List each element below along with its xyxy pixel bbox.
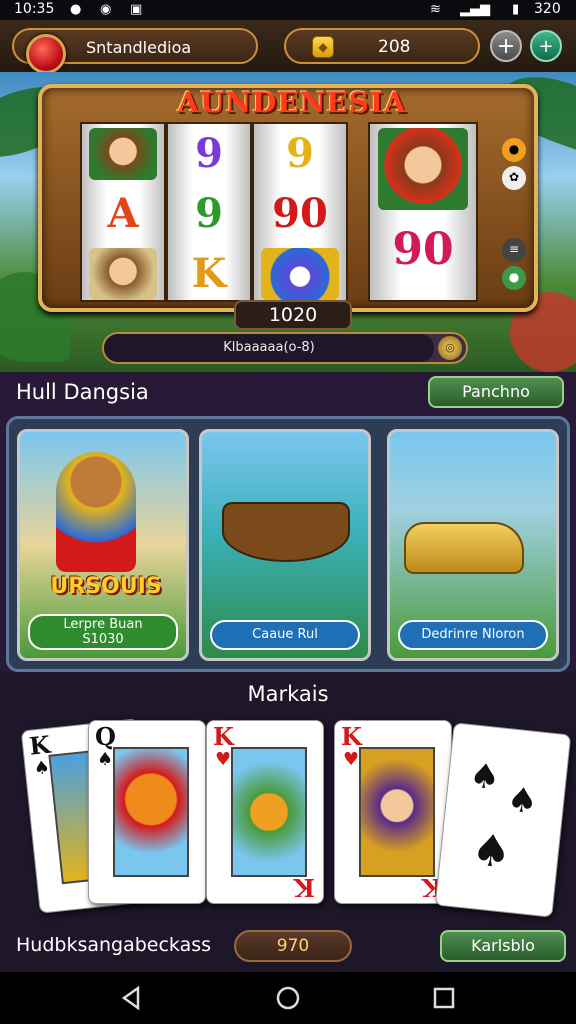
reel-symbol: 90: [392, 224, 454, 275]
auto-spin-icon[interactable]: ●: [502, 266, 526, 290]
spin-icon[interactable]: ◎: [438, 336, 462, 360]
reel-2: 9 9 K: [166, 122, 252, 302]
section-title: Hull Dangsia: [16, 380, 149, 404]
navigation-bar: [0, 972, 576, 1024]
game-label[interactable]: Lerpre Buan S1030: [28, 614, 178, 650]
status-right-text: 320: [534, 1, 561, 17]
status-time: 10:35: [14, 1, 55, 17]
slot-frame: AUNDENESIA A 9 9 K 9 90 90 ● ✿ ≡ ●: [38, 84, 538, 312]
lines-icon[interactable]: ≡: [502, 238, 526, 262]
game-banner: URSOUIS: [50, 574, 162, 599]
reel-3: 9 90: [252, 122, 348, 302]
reel-symbol: [82, 244, 164, 304]
card-art: [113, 747, 189, 877]
sim-icon: ▣: [130, 2, 143, 17]
monkey-face-icon: [88, 248, 158, 300]
reel-symbol: 90: [272, 190, 328, 237]
cards-section: Markais K ♠ Q ♠ K ♥ K K ♥ K ♠ ♠ ♠ Hudbks…: [0, 672, 576, 972]
card-rank-bottom: K: [294, 873, 315, 902]
card-rank: Q: [95, 722, 116, 751]
app-icon: ◉: [100, 2, 112, 17]
reel-symbol: [82, 124, 164, 184]
battery-icon: ▮: [512, 2, 520, 17]
playing-card[interactable]: K ♥ K: [334, 720, 452, 904]
section-title: Markais: [247, 682, 329, 706]
spade-icon: ♠: [97, 749, 114, 770]
add-button[interactable]: +: [530, 30, 562, 62]
player-name: Sntandledioa: [86, 38, 192, 57]
reel-symbol: [254, 244, 346, 304]
bottom-value: 970: [234, 930, 352, 962]
game-cards-panel: URSOUIS Lerpre Buan S1030 Caaue Rul Dedr…: [6, 416, 570, 672]
signal-icon: ▂▄▆: [460, 2, 490, 17]
section-button[interactable]: Panchno: [428, 376, 564, 408]
status-bar: 10:35 ● ◉ ▣ ≋ ▂▄▆ ▮ 320: [0, 0, 576, 20]
back-icon[interactable]: [118, 984, 146, 1012]
coin-balance: ◆ 208: [284, 28, 480, 64]
mascot-icon: [56, 452, 136, 572]
top-bar: Sntandledioa ◆ 208 + +: [0, 20, 576, 74]
bonus-icon[interactable]: ●: [502, 138, 526, 162]
reel-symbol: [370, 124, 476, 214]
win-value: 1020: [234, 300, 352, 330]
playing-card[interactable]: K ♥ K: [206, 720, 324, 904]
playing-card[interactable]: ♠ ♠ ♠: [434, 722, 572, 918]
player-profile[interactable]: Sntandledioa: [12, 28, 258, 74]
card-art: [359, 747, 435, 877]
game-label[interactable]: Caaue Rul: [210, 620, 360, 650]
recents-icon[interactable]: [430, 984, 458, 1012]
spade-icon: ♠: [505, 779, 540, 823]
reel-symbol: 9: [195, 190, 223, 237]
wifi-icon: ≋: [430, 2, 441, 17]
spade-icon: ♠: [469, 824, 514, 879]
reel-4: 90: [368, 122, 478, 302]
game-label-text: Lerpre Buan: [63, 617, 143, 632]
slot-machine-area: AUNDENESIA A 9 9 K 9 90 90 ● ✿ ≡ ● 1020: [0, 72, 576, 372]
bet-bar[interactable]: Klbaaaaa(o-8) ◎: [102, 332, 468, 364]
card-rank: K: [213, 722, 234, 751]
reel-symbol: 9: [286, 130, 314, 177]
reel-symbol: 9: [195, 130, 223, 177]
game-card[interactable]: Caaue Rul: [199, 429, 371, 661]
boat-icon: [222, 502, 350, 562]
coin-value: 208: [378, 37, 411, 57]
playing-card[interactable]: Q ♠: [88, 720, 206, 904]
train-icon: [404, 522, 524, 574]
cat-face-icon: [261, 248, 339, 300]
reel-symbol: K: [191, 250, 227, 297]
bet-text: Klbaaaaa(o-8): [104, 334, 434, 362]
game-card[interactable]: URSOUIS Lerpre Buan S1030: [17, 429, 189, 661]
heart-icon: ♥: [343, 749, 360, 770]
game-card[interactable]: Dedrinre Nloron: [387, 429, 559, 661]
plus-button[interactable]: +: [490, 30, 522, 62]
game-list-section: Hull Dangsia Panchno URSOUIS Lerpre Buan…: [0, 372, 576, 672]
slot-title: AUNDENESIA: [177, 86, 407, 119]
game-label[interactable]: Dedrinre Nloron: [398, 620, 548, 650]
heart-icon: ♥: [215, 749, 232, 770]
coin-icon: ◆: [312, 36, 334, 58]
notification-icon: ●: [70, 2, 82, 17]
reel-1: A: [80, 122, 166, 302]
info-icon[interactable]: ✿: [502, 166, 526, 190]
monkey-face-icon: [88, 128, 158, 180]
home-icon[interactable]: [274, 984, 302, 1012]
spade-icon: ♠: [467, 755, 502, 799]
reel-symbol: A: [107, 190, 139, 237]
warrior-face-icon: [378, 128, 468, 210]
card-rank: K: [341, 722, 362, 751]
card-art: [231, 747, 307, 877]
bottom-button[interactable]: Karlsblo: [440, 930, 566, 962]
bottom-label: Hudbksangabeckass: [16, 934, 212, 956]
game-label-sub: S1030: [82, 632, 124, 647]
ruby-avatar-icon: [26, 34, 66, 74]
